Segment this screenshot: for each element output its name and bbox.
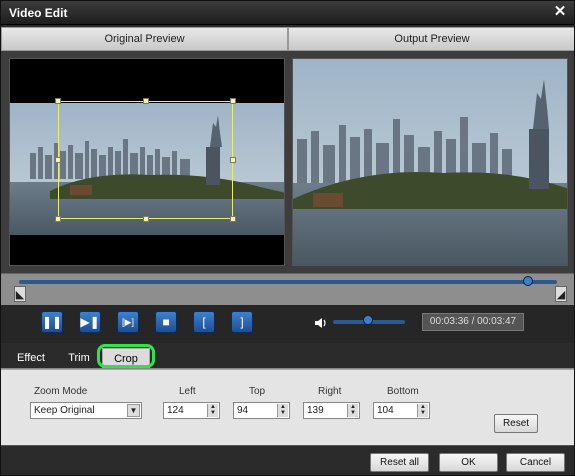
dialog-footer: Reset all OK Cancel — [1, 445, 574, 475]
bottom-label: Bottom — [387, 386, 419, 397]
crop-handle-top[interactable] — [143, 98, 149, 104]
zoom-mode-value: Keep Original — [34, 405, 95, 416]
crop-handle-bottom-left[interactable] — [55, 216, 61, 222]
spin-arrows-icon[interactable]: ▲ ▼ — [347, 404, 358, 417]
reset-button[interactable]: Reset — [494, 414, 538, 433]
right-stepper[interactable]: 139 ▲ ▼ — [303, 402, 360, 419]
next-frame-button[interactable]: ▶❚ — [79, 311, 101, 333]
playback-controls: ❚❚ ▶❚ [▶] ■ [ ] 00:03:36 / 00:03:47 — [1, 305, 574, 343]
output-preview-pane — [292, 58, 568, 266]
output-preview-header: Output Preview — [288, 27, 574, 51]
set-start-button[interactable]: [ — [193, 311, 215, 333]
chevron-down-icon[interactable]: ▼ — [127, 404, 140, 417]
left-value: 124 — [167, 405, 184, 416]
top-label: Top — [249, 386, 266, 397]
crop-panel: Zoom Mode Keep Original ▼ Left 124 ▲ ▼ To… — [1, 369, 574, 445]
timeline-track[interactable] — [19, 280, 557, 284]
play-segment-button[interactable]: [▶] — [117, 311, 139, 333]
crop-handle-bottom[interactable] — [143, 216, 149, 222]
spin-arrows-icon[interactable]: ▲ ▼ — [417, 404, 428, 417]
crop-handle-top-left[interactable] — [55, 98, 61, 104]
title-bar[interactable]: Video Edit ✕ — [1, 1, 574, 25]
crop-tab-highlight — [97, 344, 155, 368]
timeline-bar: ◣ ◢ — [1, 273, 574, 305]
original-preview-pane — [9, 58, 285, 266]
right-value: 139 — [307, 405, 324, 416]
crop-frame[interactable] — [58, 101, 233, 219]
ok-button[interactable]: OK — [439, 453, 498, 472]
top-value: 94 — [237, 405, 249, 416]
time-display: 00:03:36 / 00:03:47 — [422, 313, 524, 331]
cancel-button[interactable]: Cancel — [506, 453, 565, 472]
tab-effect[interactable]: Effect — [9, 348, 53, 368]
start-marker-icon[interactable]: ◣ — [14, 286, 26, 302]
original-preview-header: Original Preview — [1, 27, 288, 51]
crop-handle-bottom-right[interactable] — [230, 216, 236, 222]
bottom-stepper[interactable]: 104 ▲ ▼ — [373, 402, 430, 419]
crop-handle-left[interactable] — [55, 157, 61, 163]
crop-handle-right[interactable] — [230, 157, 236, 163]
zoom-mode-select[interactable]: Keep Original ▼ — [30, 402, 142, 419]
tab-trim[interactable]: Trim — [59, 348, 99, 368]
volume-knob[interactable] — [362, 315, 373, 325]
pause-button[interactable]: ❚❚ — [41, 311, 63, 333]
reset-all-button[interactable]: Reset all — [370, 453, 429, 472]
stop-button[interactable]: ■ — [155, 311, 177, 333]
video-edit-window: Video Edit ✕ Original Preview Output Pre… — [0, 0, 575, 476]
left-stepper[interactable]: 124 ▲ ▼ — [163, 402, 220, 419]
edit-tabs: Effect Trim Crop — [1, 343, 574, 369]
left-label: Left — [179, 386, 196, 397]
output-video-frame — [293, 59, 567, 265]
bottom-value: 104 — [377, 405, 394, 416]
volume-icon[interactable] — [314, 316, 328, 330]
end-marker-icon[interactable]: ◢ — [555, 286, 567, 302]
close-icon[interactable]: ✕ — [552, 4, 568, 20]
timeline-position-knob[interactable] — [523, 276, 534, 286]
window-title: Video Edit — [9, 6, 68, 20]
right-label: Right — [318, 386, 342, 397]
crop-handle-top-right[interactable] — [230, 98, 236, 104]
spin-arrows-icon[interactable]: ▲ ▼ — [277, 404, 288, 417]
set-end-button[interactable]: ] — [231, 311, 253, 333]
top-stepper[interactable]: 94 ▲ ▼ — [233, 402, 290, 419]
zoom-mode-label: Zoom Mode — [34, 386, 88, 397]
spin-arrows-icon[interactable]: ▲ ▼ — [207, 404, 218, 417]
